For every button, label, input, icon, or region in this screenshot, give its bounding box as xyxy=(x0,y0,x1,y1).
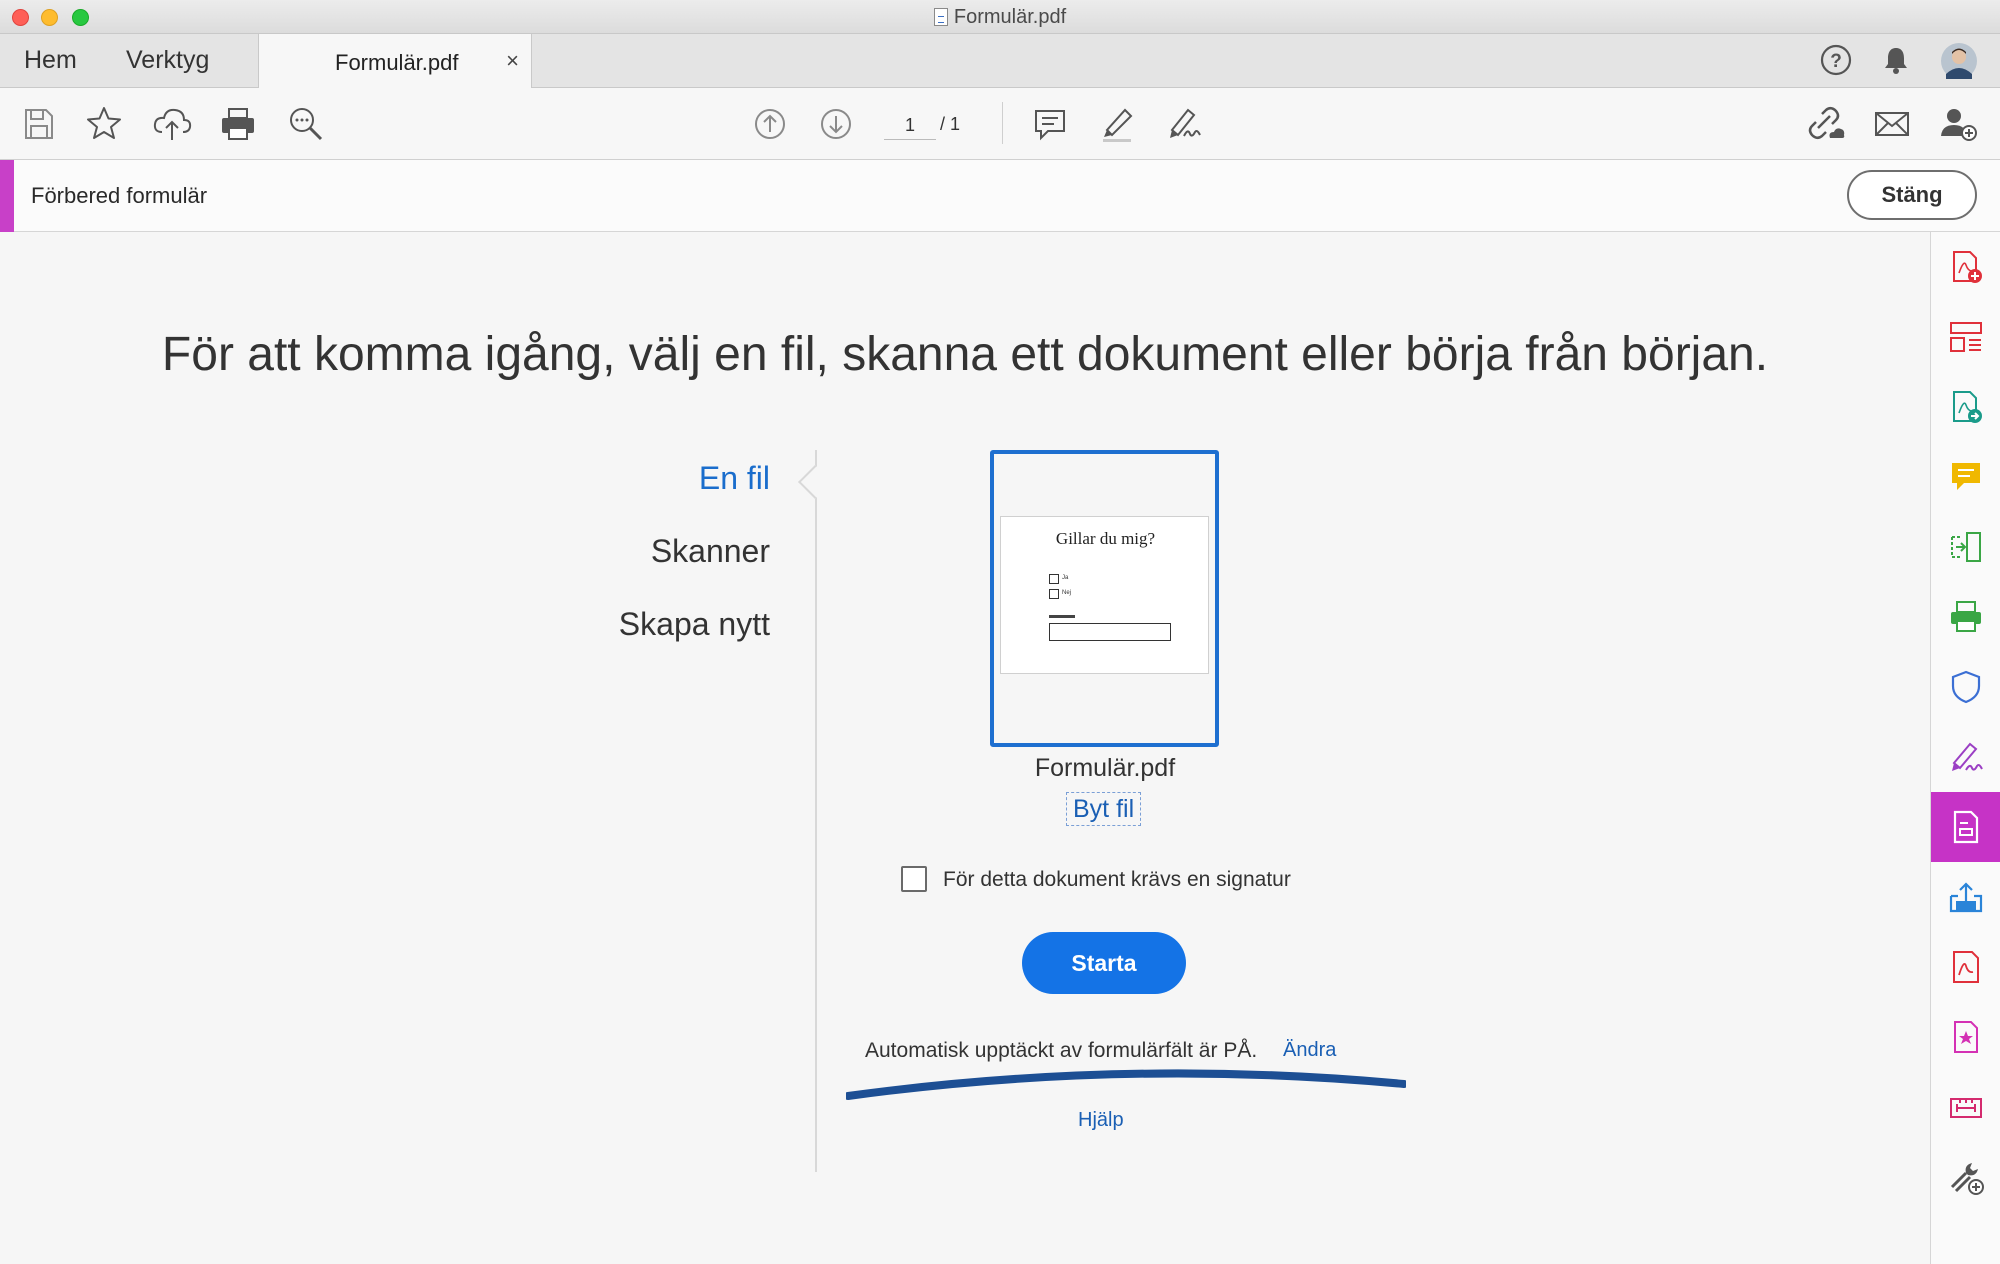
thumbnail-checkbox-yes xyxy=(1049,574,1059,584)
tool-title: Förbered formulär xyxy=(31,183,208,208)
organize-pages-icon xyxy=(1950,322,1982,352)
rail-combine-files[interactable] xyxy=(1931,512,2000,582)
share-link-icon[interactable] xyxy=(1804,102,1848,146)
tool-header: Förbered formulär Stäng xyxy=(0,160,2000,232)
send-review-icon xyxy=(1949,882,1983,913)
highlight-pen-icon[interactable] xyxy=(1095,102,1139,146)
autodetect-change-link[interactable]: Ändra xyxy=(1283,1039,1336,1062)
option-en-fil[interactable]: En fil xyxy=(699,460,770,497)
signature-required-checkbox[interactable] xyxy=(901,866,927,892)
edit-pdf-icon xyxy=(1953,951,1979,983)
page-number-input[interactable]: 1 xyxy=(884,110,936,140)
tab-tools[interactable]: Verktyg xyxy=(126,46,209,75)
help-icon[interactable]: ? xyxy=(1818,42,1854,83)
request-signature-icon xyxy=(1954,1021,1978,1053)
measure-icon xyxy=(1950,1098,1982,1118)
rail-organize-pages[interactable] xyxy=(1931,302,2000,372)
rail-edit-pdf[interactable] xyxy=(1931,932,2000,1002)
change-file-link[interactable]: Byt fil xyxy=(1066,792,1142,826)
export-pdf-icon xyxy=(1953,391,1982,423)
tab-document-label: Formulär.pdf xyxy=(335,50,459,75)
email-icon[interactable] xyxy=(1870,102,1914,146)
page-total-label: / 1 xyxy=(940,114,961,134)
print-icon[interactable] xyxy=(216,102,260,146)
rail-export-pdf[interactable] xyxy=(1931,372,2000,442)
cloud-upload-icon[interactable] xyxy=(150,102,194,146)
rail-fill-sign[interactable] xyxy=(1931,722,2000,792)
tab-close-icon[interactable]: × xyxy=(506,48,519,74)
page-headline: För att komma igång, välj en fil, skanna… xyxy=(161,328,1769,381)
options-divider xyxy=(815,450,817,1172)
signature-required-label[interactable]: För detta dokument krävs en signatur xyxy=(943,868,1291,892)
tab-home[interactable]: Hem xyxy=(24,46,77,75)
save-icon[interactable] xyxy=(16,102,60,146)
rail-comment[interactable] xyxy=(1931,442,2000,512)
close-tool-button[interactable]: Stäng xyxy=(1847,170,1977,220)
window-title-text: Formulär.pdf xyxy=(953,6,1067,28)
fill-sign-icon xyxy=(1952,742,1983,771)
help-link[interactable]: Hjälp xyxy=(1078,1109,1124,1132)
thumbnail-page-title: Gillar du mig? xyxy=(1055,529,1156,548)
option-skapa-nytt[interactable]: Skapa nytt xyxy=(619,606,770,643)
zoom-search-icon[interactable] xyxy=(284,102,328,146)
toolbar-divider xyxy=(1002,102,1003,144)
user-avatar[interactable] xyxy=(1940,42,1978,85)
option-skanner[interactable]: Skanner xyxy=(651,533,770,570)
rail-request-signature[interactable] xyxy=(1931,1002,2000,1072)
thumbnail-text-field xyxy=(1049,623,1171,641)
sign-pen-icon[interactable] xyxy=(1162,102,1206,146)
rail-more-tools[interactable] xyxy=(1931,1142,2000,1212)
tab-bar: Hem Verktyg Formulär.pdf × ? xyxy=(0,34,2000,89)
window-titlebar: Formulär.pdf xyxy=(0,0,2000,34)
page-down-icon[interactable] xyxy=(814,102,858,146)
rail-create-pdf[interactable] xyxy=(1931,232,2000,302)
rail-measure[interactable] xyxy=(1931,1072,2000,1142)
create-pdf-icon xyxy=(1953,251,1982,283)
rail-prepare-form[interactable] xyxy=(1931,792,2000,862)
main-content: För att komma igång, välj en fil, skanna… xyxy=(0,232,1930,1264)
thumbnail-field-label xyxy=(1049,615,1075,618)
thumbnail-page: Gillar du mig? Ja Nej xyxy=(1000,516,1209,674)
decorative-swoosh xyxy=(846,1069,1406,1100)
thumbnail-option-yes: Ja xyxy=(1062,575,1069,581)
selected-file-name: Formulär.pdf xyxy=(1034,754,1176,782)
tools-rail xyxy=(1930,232,2000,1264)
autodetect-status-text: Automatisk upptäckt av formulärfält är P… xyxy=(865,1039,1258,1062)
tab-document[interactable]: Formulär.pdf × xyxy=(258,34,532,89)
comment-icon[interactable] xyxy=(1028,102,1072,146)
scan-ocr-icon xyxy=(1951,601,1981,632)
page-up-icon[interactable] xyxy=(748,102,792,146)
document-thumbnail[interactable]: Gillar du mig? Ja Nej xyxy=(990,450,1219,747)
thumbnail-option-no: Nej xyxy=(1062,590,1072,596)
more-tools-icon xyxy=(1950,1163,1984,1195)
prepare-form-icon xyxy=(1953,810,1979,844)
rail-scan[interactable] xyxy=(1931,582,2000,652)
pdf-document-icon xyxy=(933,8,948,26)
selected-option-pointer xyxy=(798,465,832,499)
thumbnail-checkbox-no xyxy=(1049,589,1059,599)
add-user-icon[interactable] xyxy=(1936,102,1980,146)
window-title: Formulär.pdf xyxy=(0,6,2000,29)
combine-files-icon xyxy=(1951,532,1981,562)
comment-tool-icon xyxy=(1952,463,1980,490)
tool-accent-bar xyxy=(0,160,14,232)
rail-send-review[interactable] xyxy=(1931,862,2000,932)
bookmark-star-icon[interactable] xyxy=(82,102,126,146)
notification-bell-icon[interactable] xyxy=(1878,42,1914,83)
main-toolbar: 1 / 1 xyxy=(0,88,2000,160)
rail-protect[interactable] xyxy=(1931,652,2000,722)
svg-text:?: ? xyxy=(1830,51,1842,72)
protect-icon xyxy=(1951,670,1981,704)
start-button[interactable]: Starta xyxy=(1022,932,1186,994)
